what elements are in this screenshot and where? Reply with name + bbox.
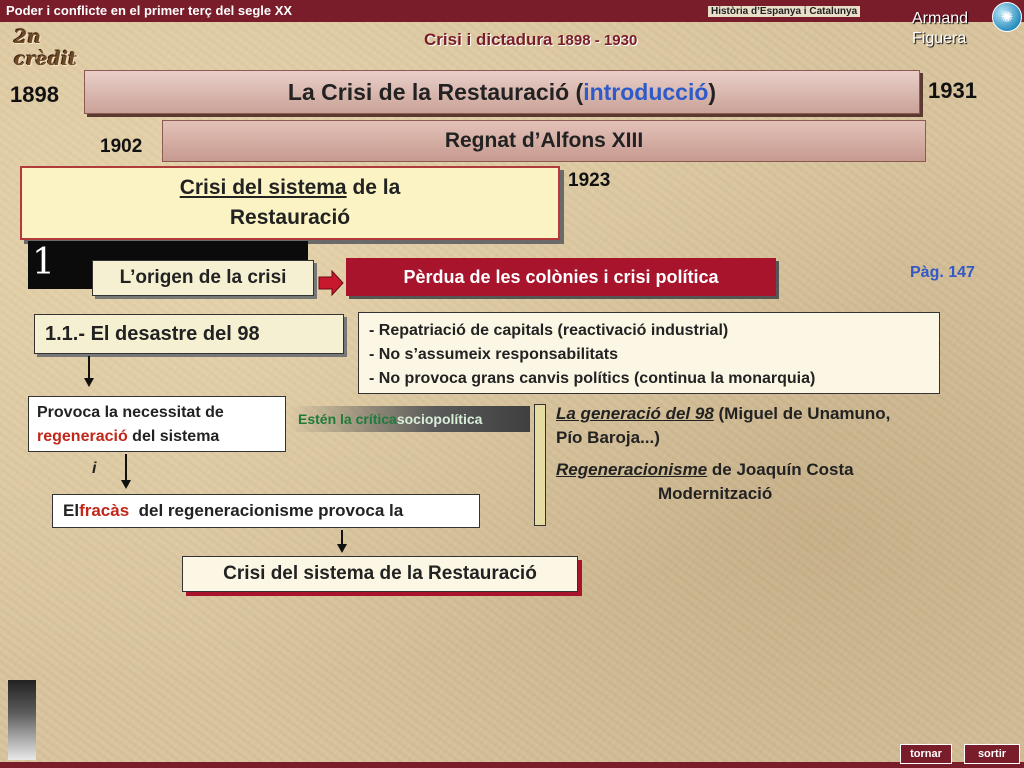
arrow-down-icon [337,530,347,553]
exit-button[interactable]: sortir [964,744,1020,764]
consequence-item: - Repatriació de capitals (reactivació i… [369,322,729,339]
consequence-item: - No provoca grans canvis polítics (cont… [369,370,816,387]
author-last-name: Figuera [912,30,967,47]
modernization-label: Modernització [658,484,773,503]
author: Armand Figuera [912,9,968,49]
regeneration-box: Provoca la necessitat de regeneració del… [28,396,286,452]
generation-98-link[interactable]: La generació del 98 [556,404,714,423]
side-gradient-strip [8,680,36,760]
arrow-down-icon [121,454,131,489]
bottom-bar [0,762,1024,768]
regen-highlight: regeneració [37,428,128,445]
crisis-title-line2: Restauració [229,206,351,229]
failure-pre: El [63,501,80,520]
globe-logo-icon[interactable]: ✺ [992,2,1022,32]
crisis-title-underlined: Crisi del sistema [179,176,347,199]
unit-title: Crisi i dictadura 1898 - 1930 [424,30,637,50]
crisis-system-box: Crisi del sistema de la Restauració [20,166,560,240]
critique-highlight: sociopolítica [396,411,483,427]
arrow-down-icon [84,356,94,387]
generation-98: La generació del 98 (Miguel de Unamuno, … [556,402,890,450]
subject-title: Història d’Espanya i Catalunya [708,6,861,17]
unit-years: 1898 - 1930 [557,32,638,49]
i-label: i [92,460,97,477]
author-first-name: Armand [912,10,969,27]
arrow-right-icon [318,270,344,296]
bracket-bar [534,404,546,526]
unit-title-text: Crisi i dictadura [424,30,553,49]
failure-box: El fracàs del regeneracionisme provoca l… [52,494,480,528]
origin-button[interactable]: L’origen de la crisi [92,260,314,296]
desastre-button[interactable]: 1.1.- El desastre del 98 [34,314,344,354]
back-button[interactable]: tornar [900,744,952,764]
credit-logo: 2n crèdit [14,26,77,70]
regen-line2: del sistema [127,428,220,445]
reign-bar: Regnat d’Alfons XIII [162,120,926,162]
failure-post: del regeneracionisme provoca la [129,501,404,520]
regenerationism-link[interactable]: Regeneracionisme [556,460,707,479]
reign-end-year: 1923 [568,170,611,191]
regenerationism-rest: de Joaquín Costa [707,460,854,479]
year-end: 1931 [928,78,977,103]
course-title: Poder i conflicte en el primer terç del … [6,3,293,18]
consequences-box: - Repatriació de capitals (reactivació i… [358,312,940,394]
reign-start-year: 1902 [100,136,143,157]
generation-98-line2: Pío Baroja...) [556,428,660,447]
crisis-title-rest: de la [346,176,401,199]
main-title-pre: La Crisi de la Restauració ( [287,78,584,105]
consequence-item: - No s’assumeix responsabilitats [369,346,618,363]
result-system-crisis-box: Crisi del sistema de la Restauració [182,556,578,592]
main-title-bar: La Crisi de la Restauració (introducció) [84,70,920,114]
regen-line1: Provoca la necessitat de [37,404,224,421]
main-title-link[interactable]: introducció [583,79,708,106]
critique-label: Estén la crítica sociopolítica [290,406,530,432]
critique-pre: Estén la crítica [298,411,397,427]
page-reference: Pàg. 147 [910,264,975,281]
year-start: 1898 [10,82,59,107]
failure-highlight: fracàs [79,501,130,520]
colonies-button[interactable]: Pèrdua de les colònies i crisi política [346,258,776,296]
main-title-post: ) [708,78,717,105]
generation-98-rest: (Miguel de Unamuno, [713,404,891,423]
regenerationism: Regeneracionisme de Joaquín Costa [556,458,854,482]
